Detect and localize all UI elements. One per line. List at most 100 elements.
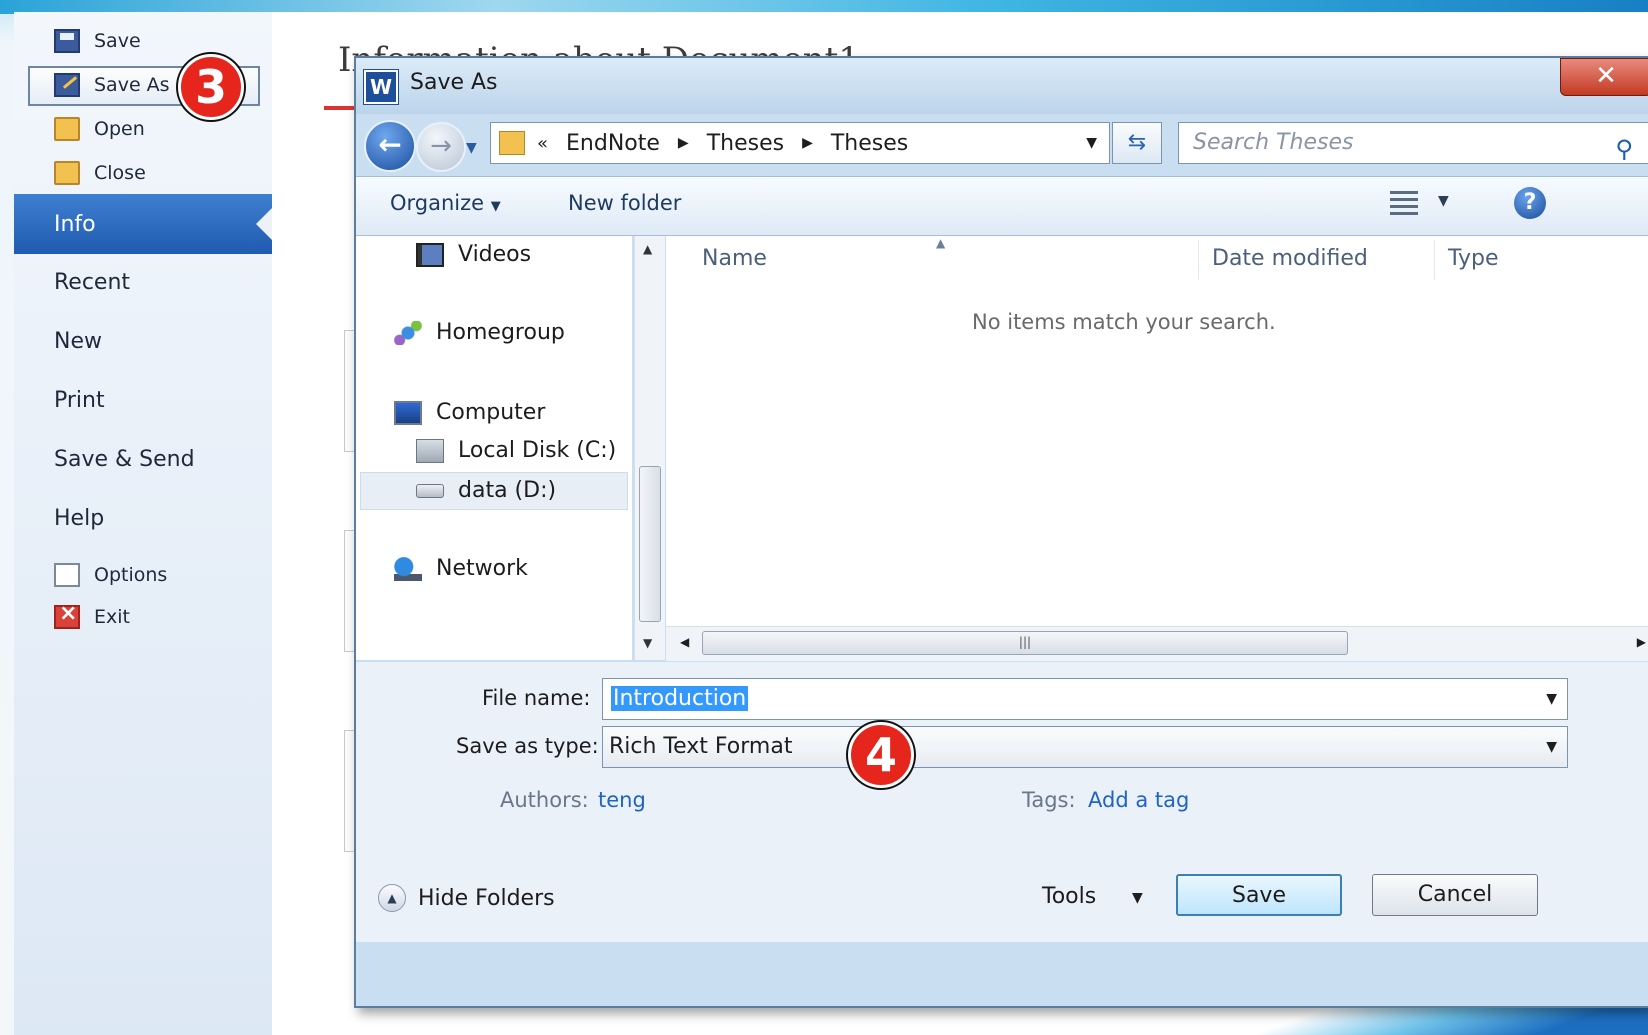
breadcrumb-separator-icon[interactable]: ▶	[802, 135, 813, 151]
scroll-up-icon[interactable]: ▲	[643, 242, 652, 256]
refresh-button[interactable]: ⇆	[1112, 122, 1162, 164]
scrollbar-thumb[interactable]	[639, 466, 661, 622]
scroll-down-icon[interactable]: ▼	[643, 636, 652, 650]
address-dropdown-icon[interactable]: ▼	[1086, 135, 1097, 151]
chevron-down-icon[interactable]: ▼	[1546, 727, 1557, 767]
network-icon	[394, 556, 422, 581]
history-dropdown-icon[interactable]: ▼	[466, 140, 477, 156]
nav-item-local-disk[interactable]: Local Disk (C:)	[416, 438, 616, 463]
add-tag-link[interactable]: Add a tag	[1088, 788, 1189, 812]
help-icon[interactable]: ?	[1514, 187, 1546, 219]
address-bar[interactable]: « EndNote ▶ Theses ▶ Theses ▼	[490, 122, 1110, 164]
search-input[interactable]: Search Theses ⚲	[1178, 122, 1648, 164]
info-protect-card	[324, 106, 354, 260]
chevron-down-icon: ▼	[490, 199, 501, 214]
tab-info-label: Info	[54, 211, 96, 237]
scroll-left-icon[interactable]: ◀	[680, 635, 689, 649]
backstage-tab-recent[interactable]: Recent	[14, 262, 272, 302]
backstage-tab-new[interactable]: New	[14, 321, 272, 361]
backstage-save-button[interactable]: Save	[54, 26, 141, 56]
drive-icon	[416, 483, 444, 498]
file-name-value: Introduction	[611, 686, 749, 711]
scroll-right-icon[interactable]: ▶	[1637, 635, 1646, 649]
breadcrumb-item[interactable]: EndNote	[566, 131, 660, 156]
navigation-row: ← → ▼ « EndNote ▶ Theses ▶ Theses ▼ ⇆ Se…	[356, 114, 1648, 174]
local-disk-icon	[416, 438, 444, 463]
backstage-tab-print[interactable]: Print	[14, 380, 272, 420]
options-icon	[54, 563, 80, 587]
backstage-open-button[interactable]: Open	[54, 114, 145, 144]
save-icon	[54, 29, 80, 53]
folder-icon	[499, 131, 525, 155]
forward-button[interactable]: →	[416, 122, 466, 172]
tools-button[interactable]: Tools	[1042, 884, 1096, 909]
save-button[interactable]: Save	[1176, 874, 1342, 916]
back-button[interactable]: ←	[364, 120, 416, 172]
backstage-nav: Save Save As Open Close Info Recent New …	[14, 12, 273, 1035]
save-as-type-select[interactable]: Rich Text Format ▼	[602, 726, 1568, 768]
breadcrumb-item[interactable]: Theses	[831, 131, 908, 156]
backstage-tab-save-send[interactable]: Save & Send	[14, 439, 272, 479]
column-header-date-modified[interactable]: Date modified	[1212, 246, 1368, 271]
column-header-name[interactable]: Name	[702, 246, 767, 271]
tools-dropdown-icon[interactable]: ▼	[1132, 890, 1143, 906]
backstage-save-as-label: Save As	[94, 74, 170, 96]
nav-item-data-drive[interactable]: data (D:)	[416, 478, 556, 503]
cancel-button[interactable]: Cancel	[1372, 874, 1538, 916]
backstage-exit-button[interactable]: Exit	[54, 601, 130, 632]
chevron-down-icon[interactable]: ▼	[1546, 679, 1557, 719]
views-dropdown-icon[interactable]: ▼	[1438, 193, 1449, 209]
authors-value[interactable]: teng	[598, 788, 646, 812]
empty-list-message: No items match your search.	[972, 310, 1276, 334]
navigation-pane: Videos Homegroup Computer Local Disk (C:…	[356, 236, 632, 660]
backstage-options-button[interactable]: Options	[54, 560, 167, 590]
tab-recent-label: Recent	[54, 269, 131, 295]
tab-print-label: Print	[54, 387, 105, 413]
save-as-icon	[54, 73, 80, 97]
address-overflow[interactable]: «	[537, 133, 548, 154]
column-divider[interactable]	[1198, 240, 1199, 280]
column-header-type[interactable]: Type	[1448, 246, 1499, 271]
nav-item-homegroup[interactable]: Homegroup	[394, 320, 565, 345]
nav-item-videos[interactable]: Videos	[416, 242, 531, 267]
search-icon[interactable]: ⚲	[1615, 129, 1633, 169]
nav-item-label: Videos	[458, 242, 532, 267]
backstage-save-label: Save	[94, 30, 141, 52]
dialog-close-button[interactable]: ✕	[1560, 58, 1648, 96]
tab-new-label: New	[54, 328, 102, 354]
save-as-dialog: W Save As ✕ ← → ▼ « EndNote ▶ Theses ▶ T…	[354, 56, 1648, 1008]
organize-button[interactable]: Organize ▼	[390, 191, 501, 215]
breadcrumb-item[interactable]: Theses	[707, 131, 784, 156]
tags-label: Tags:	[1022, 788, 1076, 812]
file-name-input[interactable]: Introduction ▼	[602, 678, 1568, 720]
dialog-toolbar: Organize ▼ New folder ▼ ?	[356, 176, 1648, 236]
exit-icon	[54, 601, 80, 629]
backstage-tab-info[interactable]: Info	[14, 194, 272, 254]
tab-save-send-label: Save & Send	[54, 446, 195, 472]
backstage-tab-help[interactable]: Help	[14, 498, 272, 538]
nav-item-label: Computer	[436, 400, 546, 425]
backstage-save-as-button[interactable]: Save As	[54, 70, 170, 100]
dialog-title: Save As	[410, 70, 498, 95]
hide-folders-button[interactable]: ▲ Hide Folders	[378, 884, 555, 912]
file-list-h-scrollbar[interactable]: ◀ ||| ▶	[666, 626, 1648, 661]
new-folder-button[interactable]: New folder	[568, 191, 681, 215]
nav-item-label: Homegroup	[436, 320, 565, 345]
nav-pane-scrollbar[interactable]: ▲ ▼	[634, 236, 665, 660]
breadcrumb-separator-icon[interactable]: ▶	[678, 135, 689, 151]
nav-item-label: Network	[436, 556, 528, 581]
backstage-exit-label: Exit	[94, 606, 130, 628]
authors-label: Authors:	[500, 788, 589, 812]
scrollbar-thumb[interactable]: |||	[702, 631, 1348, 655]
views-icon[interactable]	[1390, 191, 1418, 215]
word-icon: W	[364, 70, 398, 104]
search-placeholder: Search Theses	[1193, 130, 1354, 155]
nav-item-network[interactable]: Network	[394, 556, 528, 581]
backstage-close-button[interactable]: Close	[54, 158, 146, 188]
close-folder-icon	[54, 161, 80, 185]
column-divider[interactable]	[1434, 240, 1435, 280]
backstage-open-label: Open	[94, 118, 145, 140]
nav-item-computer[interactable]: Computer	[394, 400, 545, 425]
sort-ascending-icon: ▲	[936, 236, 946, 250]
homegroup-icon	[394, 320, 422, 345]
